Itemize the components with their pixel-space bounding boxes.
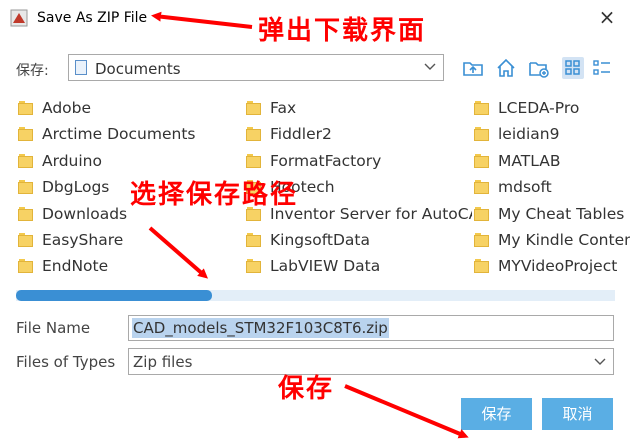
folder-icon — [474, 259, 489, 274]
folder-icon — [474, 206, 489, 222]
folder-item[interactable]: MATLAB — [474, 151, 630, 173]
folder-label: EndNote — [42, 257, 109, 276]
folder-item[interactable]: mdsoft — [474, 177, 630, 199]
folder-label: EasyShare — [42, 231, 124, 249]
details-view-icon[interactable] — [591, 57, 613, 79]
folder-icon — [246, 153, 261, 169]
folder-label: Downloads — [42, 204, 128, 223]
file-name-value: CAD_models_STM32F103C8T6.zip — [132, 318, 389, 338]
file-types-dropdown[interactable]: Zip files — [128, 348, 614, 375]
annotation-popup: 弹出下载界面 — [258, 16, 427, 46]
list-view-icon[interactable] — [562, 57, 584, 79]
folder-item[interactable]: leidian9 — [474, 124, 630, 146]
close-icon[interactable]: × — [596, 6, 618, 28]
folder-item[interactable]: Arduino — [18, 151, 240, 173]
folder-item[interactable]: MYVideoProject — [474, 256, 630, 278]
folder-label: MYVideoProject — [498, 257, 618, 276]
app-icon — [10, 9, 28, 27]
folder-item[interactable]: Arctime Documents — [18, 124, 240, 146]
folder-icon — [246, 101, 261, 116]
folder-icon — [18, 127, 33, 142]
folder-icon — [246, 259, 261, 274]
folder-label: leidian9 — [498, 125, 560, 144]
folder-item[interactable]: Adobe — [18, 98, 240, 120]
folder-icon — [18, 233, 33, 248]
folder-label: Arduino — [42, 151, 102, 170]
new-folder-icon[interactable] — [528, 57, 550, 79]
file-types-label: Files of Types — [16, 353, 116, 371]
file-types-value: Zip files — [133, 353, 193, 371]
folder-icon — [18, 259, 33, 274]
scrollbar-thumb[interactable] — [16, 290, 212, 301]
file-name-label: File Name — [16, 319, 91, 337]
folder-item[interactable]: Fax — [246, 98, 472, 120]
folder-item[interactable]: KingsoftData — [246, 230, 472, 252]
window-title: Save As ZIP File — [37, 10, 148, 26]
save-button[interactable]: 保存 — [461, 398, 532, 430]
folder-label: My Cheat Tables — [498, 204, 625, 223]
arrow-to-title — [151, 11, 253, 29]
save-in-label: 保存: — [16, 63, 49, 79]
folder-item[interactable]: EndNote — [18, 256, 240, 278]
folder-icon — [246, 233, 261, 248]
folder-label: LabVIEW Data — [270, 257, 381, 276]
folder-label: Inventor Server for AutoCAD — [270, 204, 472, 223]
annotation-choose-path: 选择保存路径 — [130, 180, 299, 210]
folder-label: LCEDA-Pro — [498, 99, 580, 117]
home-icon[interactable] — [495, 57, 517, 79]
folder-label: My Kindle Content — [498, 231, 630, 249]
folder-icon — [474, 180, 489, 195]
folder-label: MATLAB — [498, 151, 561, 170]
folder-item[interactable]: Fiddler2 — [246, 124, 472, 146]
folder-item[interactable]: LCEDA-Pro — [474, 98, 630, 120]
folder-icon — [474, 153, 489, 169]
folder-item[interactable]: My Cheat Tables — [474, 204, 630, 226]
folder-icon — [474, 101, 489, 116]
folder-label: DbgLogs — [42, 178, 110, 197]
folder-item[interactable]: LabVIEW Data — [246, 256, 472, 278]
folder-label: KingsoftData — [270, 231, 370, 249]
chevron-down-icon — [424, 63, 436, 70]
annotation-save: 保存 — [278, 374, 335, 404]
folder-icon — [246, 127, 261, 142]
folder-item[interactable]: EasyShare — [18, 230, 240, 252]
folder-icon — [18, 101, 33, 116]
folder-label: Adobe — [42, 99, 92, 117]
folder-item[interactable]: FormatFactory — [246, 151, 472, 173]
folder-icon — [474, 127, 489, 142]
folder-label: FormatFactory — [270, 151, 382, 170]
folder-label: Fiddler2 — [270, 125, 332, 144]
folder-item[interactable]: My Kindle Content — [474, 230, 630, 252]
folder-icon — [18, 206, 33, 222]
folder-icon — [18, 153, 33, 169]
folder-up-icon[interactable] — [462, 57, 484, 79]
folder-label: mdsoft — [498, 178, 552, 197]
location-dropdown[interactable]: Documents — [68, 54, 444, 81]
folder-label: Arctime Documents — [42, 125, 196, 144]
folder-icon — [474, 233, 489, 248]
document-folder-icon — [75, 60, 87, 75]
folder-label: Fax — [270, 99, 297, 117]
arrow-to-save — [344, 384, 469, 439]
file-name-input[interactable]: CAD_models_STM32F103C8T6.zip — [128, 315, 614, 341]
folder-icon — [18, 180, 33, 195]
chevron-down-icon — [594, 358, 606, 365]
cancel-button[interactable]: 取消 — [542, 398, 613, 430]
location-value: Documents — [95, 60, 181, 78]
